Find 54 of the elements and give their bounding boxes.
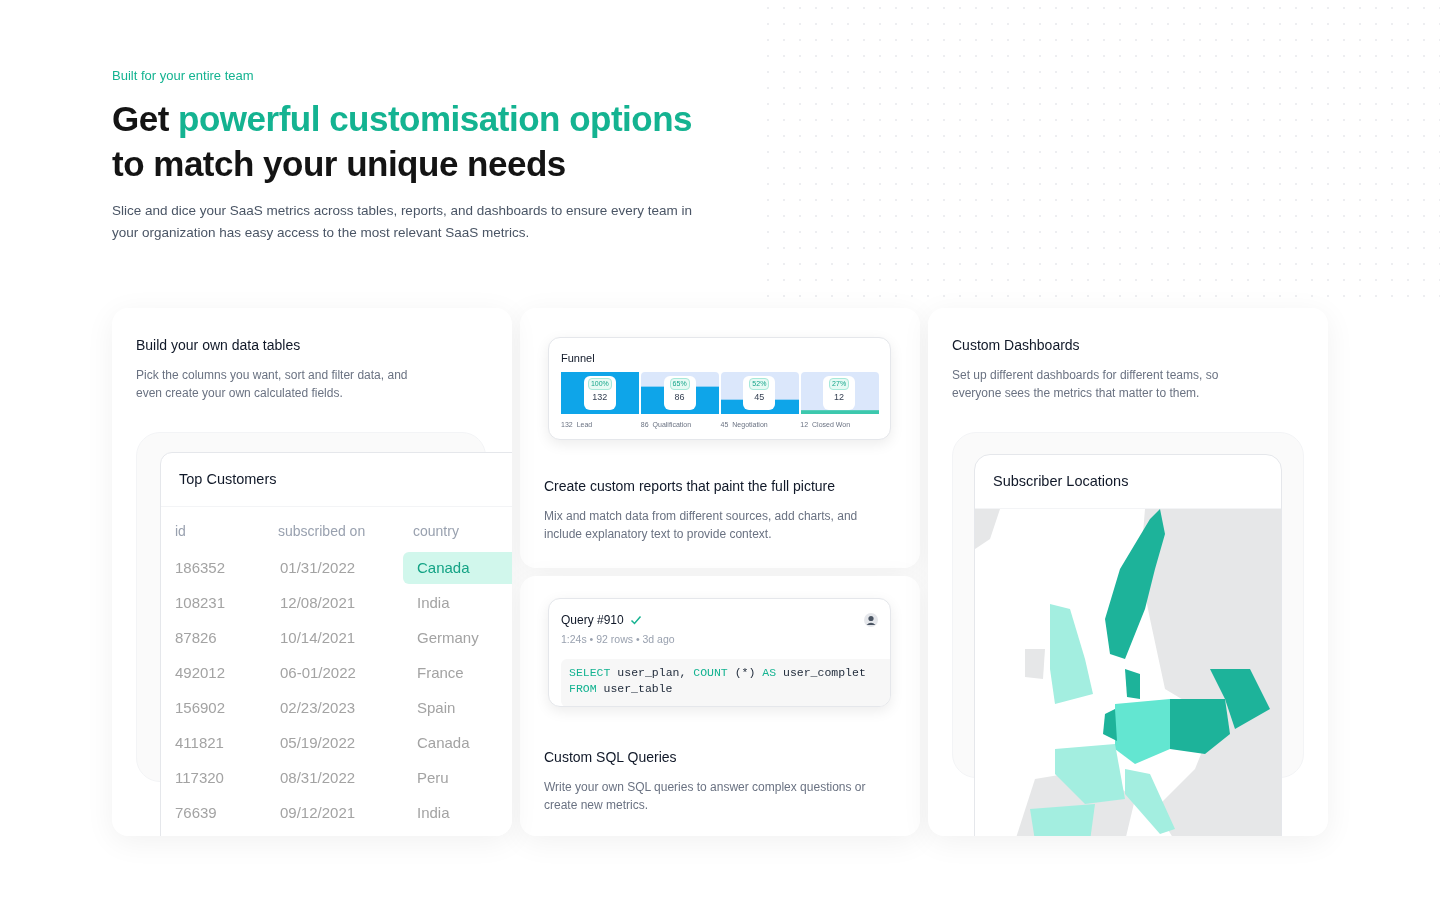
table-cell-text: Spain bbox=[416, 697, 456, 718]
column-header: country bbox=[413, 522, 459, 542]
table-cell-text: 492012 bbox=[175, 662, 227, 683]
funnel-title: Funnel bbox=[561, 350, 596, 366]
query-meta: 1:24s • 92 rows • 3d ago bbox=[561, 631, 676, 647]
table-cell-text: Canada bbox=[416, 732, 470, 753]
table-cell-text: 06-01/2022 bbox=[280, 662, 357, 683]
table-cell-text: 10/14/2021 bbox=[280, 627, 357, 648]
card-title: Custom Dashboards bbox=[952, 335, 1081, 355]
table-cell-text: India bbox=[416, 802, 450, 823]
card-description: Pick the columns you want, sort and filter data, and even create your own calculated fields. bbox=[136, 366, 409, 402]
code-text: user_table bbox=[602, 682, 673, 696]
table-cell-text: 76639 bbox=[175, 802, 218, 823]
card-title: Create custom reports that paint the full picture bbox=[544, 476, 837, 496]
page-heading: Get powerful customisation options to match your unique needs bbox=[112, 97, 693, 185]
funnel-value: 132 bbox=[592, 391, 608, 404]
sql-keyword: COUNT bbox=[693, 666, 728, 680]
avatar-icon bbox=[864, 612, 878, 627]
column-header: subscribed on bbox=[278, 522, 367, 542]
funnel-value: 45 bbox=[754, 391, 765, 404]
code-text: user_plan, bbox=[616, 666, 688, 680]
table-cell-text: Peru bbox=[416, 767, 449, 788]
card-description: Mix and match data from different sources, add charts, and include explanatory text to provide context. bbox=[544, 507, 859, 543]
code-text: (*) bbox=[733, 666, 757, 680]
funnel-value: 86 bbox=[674, 391, 685, 404]
table-cell-text: 108231 bbox=[175, 592, 227, 613]
table-cell-text: 08/31/2022 bbox=[280, 767, 357, 788]
table-cell: Canada bbox=[403, 551, 512, 584]
card-title: Build your own data tables bbox=[136, 335, 302, 355]
table-cell-text: 87826 bbox=[175, 627, 218, 648]
table-cell-text: India bbox=[416, 592, 450, 613]
code-text: user_complet bbox=[782, 666, 866, 680]
table-cell-text: 156902 bbox=[175, 697, 227, 718]
intro-paragraph: Slice and dice your SaaS metrics across tables, reports, and dashboards to ensure every team in your organization has easy access to the most relevant SaaS metrics. bbox=[112, 201, 694, 242]
card-description: Write your own SQL queries to answer complex questions or create new metrics. bbox=[544, 778, 867, 814]
table-cell-text: France bbox=[416, 662, 464, 683]
sql-keyword: AS bbox=[762, 666, 777, 680]
query-title: Query #910 bbox=[561, 611, 624, 629]
table-cell-text: 02/23/2023 bbox=[280, 697, 357, 718]
table-cell-text: 05/19/2022 bbox=[280, 732, 357, 753]
card-title: Custom SQL Queries bbox=[544, 747, 678, 767]
table-cell-text: 186352 bbox=[175, 557, 227, 578]
table-cell-text: 117320 bbox=[175, 767, 225, 788]
sql-keyword: FROM bbox=[569, 682, 597, 696]
table-cell-text: 12/08/2021 bbox=[280, 592, 357, 613]
table-cell-text: 09/12/2021 bbox=[280, 802, 357, 823]
table-cell-text: 411821 bbox=[175, 732, 225, 753]
sql-keyword: SELECT bbox=[569, 666, 611, 680]
column-header: id bbox=[175, 522, 187, 542]
table-cell-text: Germany bbox=[416, 627, 479, 648]
card-description: Set up different dashboards for different teams, so everyone sees the metrics that matter to them. bbox=[952, 366, 1220, 402]
funnel-value: 12 bbox=[834, 391, 845, 404]
table-cell-text: 01/31/2022 bbox=[280, 557, 357, 578]
eyebrow-text: Built for your entire team bbox=[112, 67, 255, 85]
